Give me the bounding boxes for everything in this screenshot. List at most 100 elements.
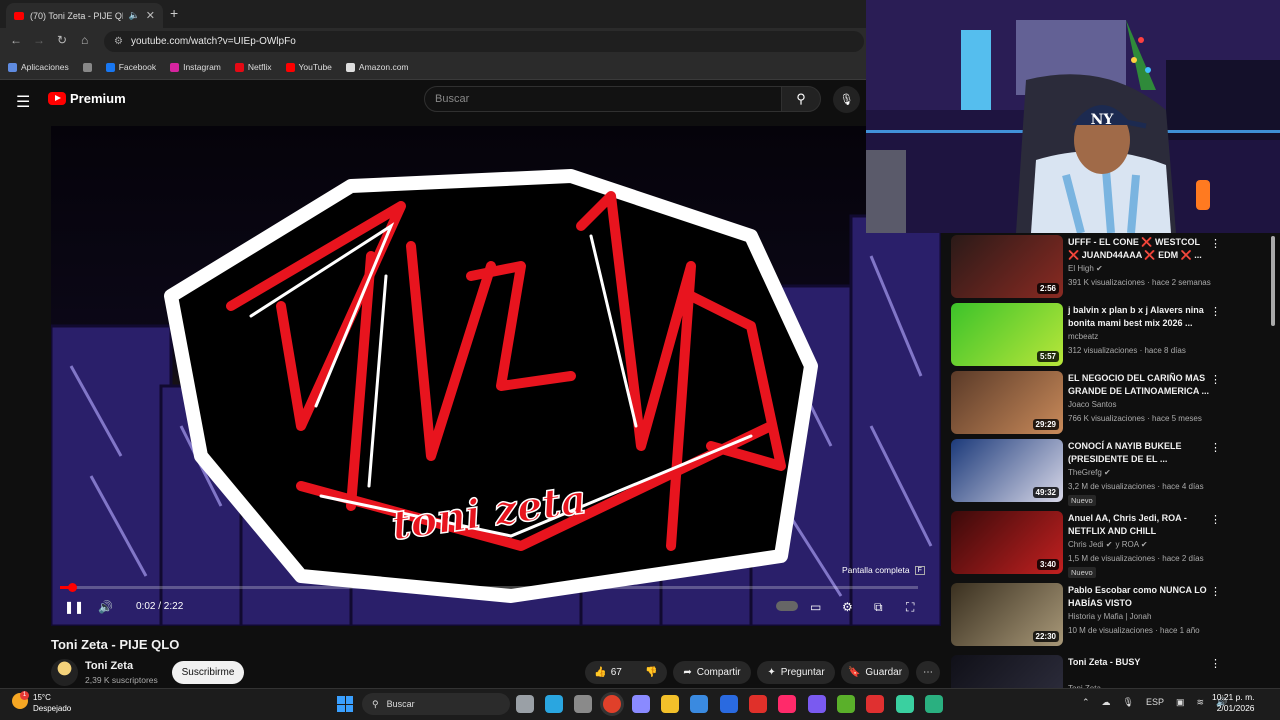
edge-icon[interactable] bbox=[545, 695, 563, 713]
address-bar[interactable]: ⚙ youtube.com/watch?v=UIEp-OWlpFo bbox=[104, 31, 864, 52]
language-indicator[interactable]: ESP bbox=[1146, 697, 1164, 708]
suggestion-thumbnail[interactable]: 2:56 bbox=[951, 235, 1063, 298]
ask-button[interactable]: ✦ Preguntar bbox=[757, 661, 835, 684]
settings-gear-icon[interactable]: ⚙ bbox=[842, 600, 853, 614]
subscribe-button[interactable]: Suscribirme bbox=[172, 661, 244, 684]
hamburger-menu-icon[interactable]: ☰ bbox=[16, 92, 30, 112]
more-vertical-icon[interactable]: ⋮ bbox=[1210, 237, 1221, 250]
back-arrow-icon[interactable]: ← bbox=[10, 33, 22, 47]
suggestion-title[interactable]: Pablo Escobar como NUNCA LO HABÍAS VISTO bbox=[1068, 584, 1210, 610]
channel-name[interactable]: Toni Zeta bbox=[85, 660, 133, 672]
reload-icon[interactable]: ↻ bbox=[57, 33, 67, 47]
like-button[interactable]: 👍 67 bbox=[594, 667, 622, 678]
chrome-icon[interactable] bbox=[603, 695, 621, 713]
channel-avatar[interactable] bbox=[51, 659, 78, 686]
suggestion-thumbnail[interactable]: 5:57 bbox=[951, 303, 1063, 366]
bookmark-item[interactable]: Netflix bbox=[234, 62, 272, 72]
bookmark-item[interactable] bbox=[82, 62, 92, 72]
more-vertical-icon[interactable]: ⋮ bbox=[1210, 373, 1221, 386]
search-button[interactable]: ⚲ bbox=[781, 86, 821, 112]
more-vertical-icon[interactable]: ⋮ bbox=[1210, 441, 1221, 454]
suggestion-channel[interactable]: Historia y Mafia | Jonah bbox=[1068, 612, 1151, 621]
suggestion-item[interactable]: 5:57 j balvin x plan b x j Alavers nina b… bbox=[951, 303, 1251, 367]
subtitles-icon[interactable]: ▭ bbox=[810, 600, 821, 614]
suggestion-channel[interactable]: Chris Jedi ✔ y ROA ✔ bbox=[1068, 540, 1148, 549]
windows-start-icon[interactable] bbox=[337, 696, 353, 712]
close-tab-icon[interactable]: ✕ bbox=[146, 9, 155, 22]
progress-scrubber[interactable] bbox=[68, 583, 77, 592]
more-actions-button[interactable]: ⋯ bbox=[916, 661, 940, 684]
sidebar-scrollbar[interactable] bbox=[1271, 236, 1275, 326]
file-explorer-icon[interactable] bbox=[661, 695, 679, 713]
discord-icon[interactable] bbox=[808, 695, 826, 713]
autoplay-toggle[interactable] bbox=[776, 601, 798, 611]
bookmark-item[interactable]: Amazon.com bbox=[345, 62, 409, 72]
bookmark-item[interactable]: Aplicaciones bbox=[8, 62, 69, 72]
suggestion-title[interactable]: UFFF - EL CONE ❌ WESTCOL ❌ JUAND44AAA ❌ … bbox=[1068, 236, 1210, 262]
suggestion-item[interactable]: 29:29 EL NEGOCIO DEL CARIÑO MAS GRANDE DE… bbox=[951, 371, 1251, 435]
taskbar-clock[interactable]: 10:21 p. m. 2/01/2026 bbox=[1212, 692, 1255, 714]
bookmark-item[interactable]: Facebook bbox=[105, 62, 156, 72]
progress-bar[interactable] bbox=[60, 586, 918, 589]
video-player[interactable]: toni zeta bbox=[51, 126, 941, 626]
forward-arrow-icon[interactable]: → bbox=[33, 33, 45, 47]
more-vertical-icon[interactable]: ⋮ bbox=[1210, 305, 1221, 318]
more-vertical-icon[interactable]: ⋮ bbox=[1210, 657, 1221, 670]
game-app-icon[interactable] bbox=[866, 695, 884, 713]
search-input[interactable]: Buscar bbox=[424, 86, 782, 112]
suggestion-title[interactable]: j balvin x plan b x j Alavers nina bonit… bbox=[1068, 304, 1210, 330]
home-icon[interactable]: ⌂ bbox=[81, 33, 88, 47]
suggestion-thumbnail[interactable]: 49:32 bbox=[951, 439, 1063, 502]
volume-icon[interactable]: 🔊 bbox=[98, 600, 113, 614]
voice-search-button[interactable]: 🎙 bbox=[833, 86, 860, 113]
browser-tab[interactable]: (70) Toni Zeta - PIJE QLO - YouTube 🔈 ✕ bbox=[6, 3, 163, 28]
chevron-up-icon[interactable]: ⌃ bbox=[1082, 697, 1090, 708]
task-view-icon[interactable] bbox=[516, 695, 534, 713]
minecraft-icon[interactable] bbox=[837, 695, 855, 713]
more-vertical-icon[interactable]: ⋮ bbox=[1210, 513, 1221, 526]
weather-widget[interactable]: 15°C Despejado bbox=[33, 692, 71, 714]
suggestion-thumbnail[interactable]: 29:29 bbox=[951, 371, 1063, 434]
copilot-icon[interactable] bbox=[632, 695, 650, 713]
suggestion-channel[interactable]: Joaco Santos bbox=[1068, 400, 1116, 409]
suggestion-item[interactable]: 3:40 Anuel AA, Chris Jedi, ROA - NETFLIX … bbox=[951, 511, 1251, 578]
speaker-icon[interactable]: 🔈 bbox=[129, 10, 140, 21]
suggestion-channel[interactable]: TheGrefg ✔ bbox=[1068, 468, 1111, 477]
cloud-icon[interactable]: ☁ bbox=[1102, 697, 1111, 708]
settings-app-icon[interactable] bbox=[574, 695, 592, 713]
suggestion-item[interactable]: 49:32 CONOCÍ A NAYIB BUKELE (PRESIDENTE D… bbox=[951, 439, 1251, 506]
suggestion-thumbnail[interactable]: 22:30 bbox=[951, 583, 1063, 646]
bookmark-item[interactable]: YouTube bbox=[285, 62, 332, 72]
suggestion-title[interactable]: Toni Zeta - BUSY bbox=[1068, 656, 1210, 669]
mic-tray-icon[interactable]: 🎙 bbox=[1123, 697, 1134, 708]
suggestion-item[interactable]: 22:30 Pablo Escobar como NUNCA LO HABÍAS … bbox=[951, 583, 1251, 647]
pause-icon[interactable]: ❚❚ bbox=[64, 600, 84, 614]
wifi-icon[interactable]: ≋ bbox=[1197, 697, 1205, 708]
suggestion-title[interactable]: EL NEGOCIO DEL CARIÑO MAS GRANDE DE LATI… bbox=[1068, 372, 1210, 398]
suggestion-thumbnail[interactable]: 3:40 bbox=[951, 511, 1063, 574]
taskbar-search[interactable]: ⚲ Buscar bbox=[362, 693, 510, 715]
site-info-icon[interactable]: ⚙ bbox=[114, 36, 123, 47]
display-icon[interactable]: ▣ bbox=[1176, 697, 1185, 708]
dislike-button[interactable]: 👎 bbox=[645, 667, 657, 678]
store-icon[interactable] bbox=[690, 695, 708, 713]
youtube-premium-logo[interactable]: Premium bbox=[48, 91, 126, 106]
suggestion-channel[interactable]: mcbeatz bbox=[1068, 332, 1098, 341]
new-tab-button[interactable]: + bbox=[170, 5, 178, 21]
outlook-icon[interactable] bbox=[720, 695, 738, 713]
youtube-icon bbox=[285, 62, 295, 72]
suggestion-title[interactable]: Anuel AA, Chris Jedi, ROA - NETFLIX AND … bbox=[1068, 512, 1210, 538]
bookmark-item[interactable]: Instagram bbox=[170, 62, 221, 72]
tiktok-icon[interactable] bbox=[778, 695, 796, 713]
fullscreen-icon[interactable]: ⛶ bbox=[906, 600, 914, 615]
terminal-app-icon[interactable] bbox=[925, 695, 943, 713]
suggestion-item[interactable]: 2:56 UFFF - EL CONE ❌ WESTCOL ❌ JUAND44AA… bbox=[951, 235, 1251, 299]
miniplayer-icon[interactable]: ⧉ bbox=[874, 600, 883, 615]
save-button[interactable]: 🔖 Guardar bbox=[841, 661, 909, 684]
more-vertical-icon[interactable]: ⋮ bbox=[1210, 585, 1221, 598]
suggestion-title[interactable]: CONOCÍ A NAYIB BUKELE (PRESIDENTE DE EL … bbox=[1068, 440, 1210, 466]
notes-app-icon[interactable] bbox=[896, 695, 914, 713]
suggestion-channel[interactable]: El High ✔ bbox=[1068, 264, 1103, 273]
share-button[interactable]: ➦ Compartir bbox=[673, 661, 751, 684]
record-app-icon[interactable] bbox=[749, 695, 767, 713]
